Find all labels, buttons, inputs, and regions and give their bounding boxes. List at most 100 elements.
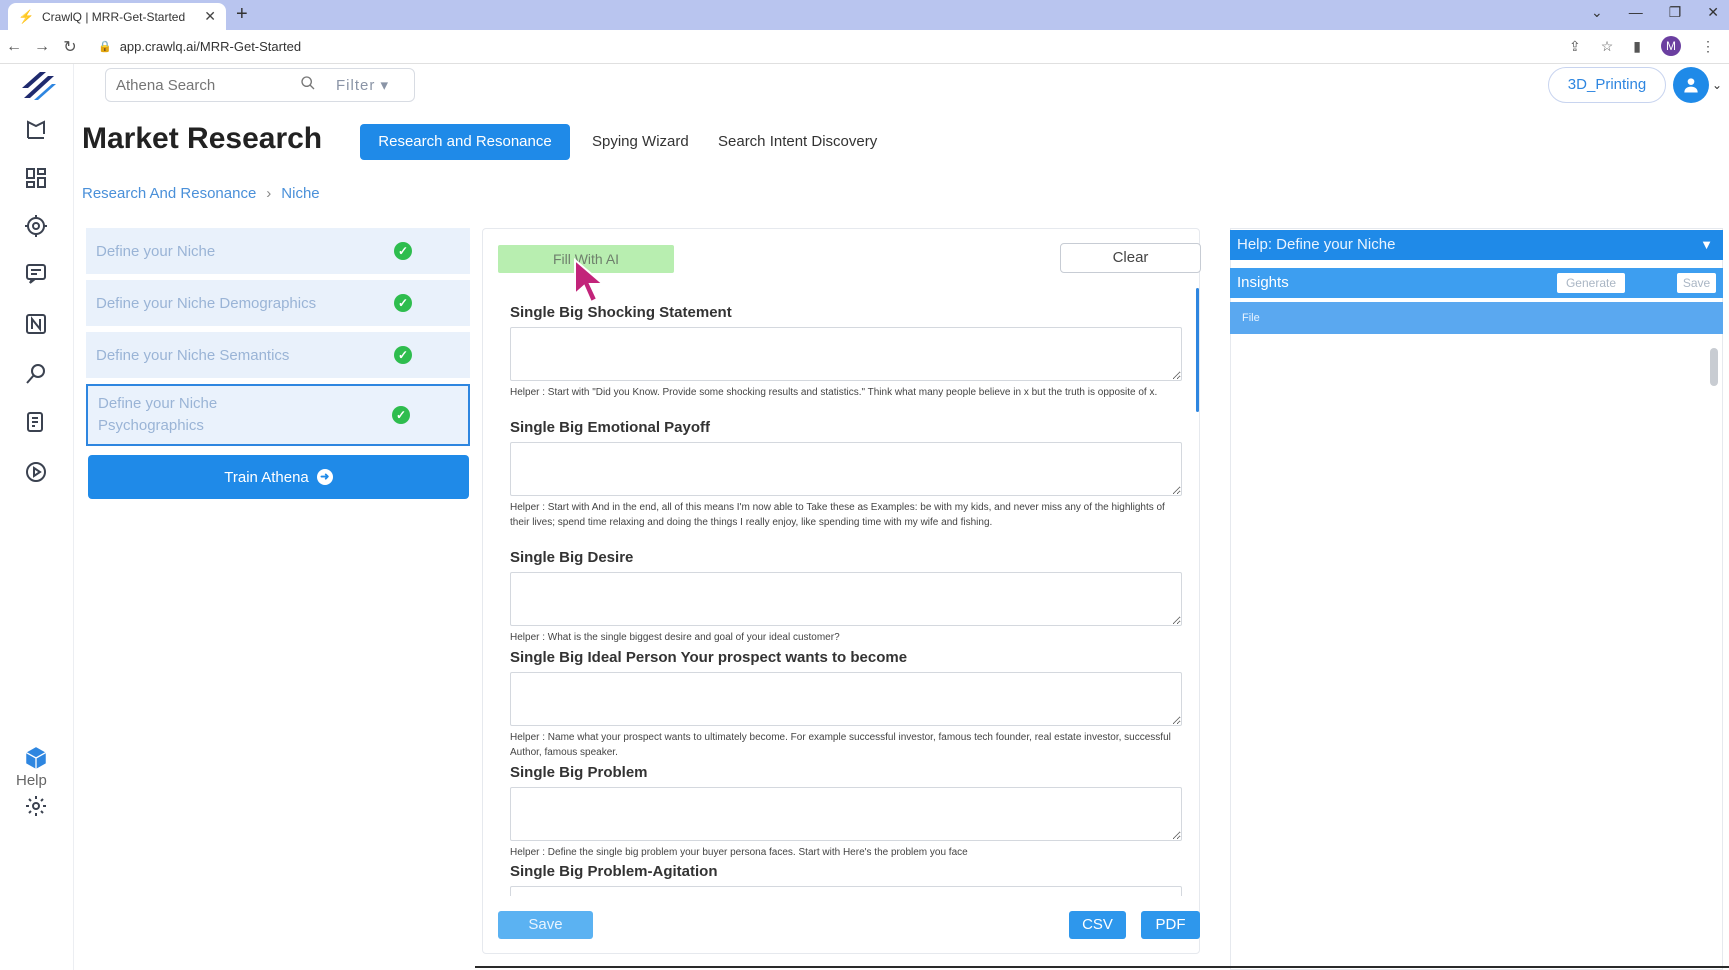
search-key-icon[interactable] bbox=[22, 360, 50, 388]
lock-icon: 🔒 bbox=[98, 41, 112, 53]
cube-icon[interactable] bbox=[22, 744, 50, 772]
minimize-icon[interactable]: — bbox=[1629, 4, 1643, 21]
filter-label: Filter bbox=[336, 77, 376, 94]
bookmark-star-icon[interactable]: ☆ bbox=[1601, 38, 1614, 55]
tab-search-intent-discovery[interactable]: Search Intent Discovery bbox=[718, 124, 877, 160]
help-label[interactable]: Help bbox=[16, 772, 47, 789]
tab-spying-wizard[interactable]: Spying Wizard bbox=[592, 124, 689, 160]
field-label: Single Big Desire bbox=[510, 549, 634, 566]
search-input[interactable] bbox=[116, 76, 296, 94]
field-big-desire: Single Big Desire Helper : What is the s… bbox=[510, 549, 1182, 645]
step-define-niche-demographics[interactable]: Define your Niche Demographics ✓ bbox=[86, 280, 470, 326]
ideal-person-input[interactable] bbox=[510, 672, 1182, 726]
field-helper: Helper : Start with "Did you Know. Provi… bbox=[510, 387, 1158, 398]
campaign-icon[interactable] bbox=[22, 116, 50, 144]
check-icon: ✓ bbox=[394, 242, 412, 260]
tab-list-icon[interactable]: ⌄ bbox=[1591, 4, 1603, 21]
field-label: Single Big Problem-Agitation bbox=[510, 863, 718, 880]
close-window-icon[interactable]: ✕ bbox=[1707, 4, 1719, 21]
check-icon: ✓ bbox=[392, 406, 410, 424]
bottom-divider bbox=[475, 966, 1729, 968]
browser-tab-bar: ⚡ CrawlQ | MRR-Get-Started ✕ + ⌄ — ❐ ✕ bbox=[0, 0, 1729, 30]
field-emotional-payoff: Single Big Emotional Payoff Helper : Sta… bbox=[510, 419, 1182, 530]
check-icon: ✓ bbox=[394, 294, 412, 312]
side-panel-icon[interactable]: ▮ bbox=[1633, 38, 1641, 55]
step-label: Define your Niche Demographics bbox=[96, 294, 317, 312]
crawlq-favicon-icon: ⚡ bbox=[18, 8, 35, 24]
csv-export-button[interactable]: CSV bbox=[1069, 911, 1126, 939]
project-selector[interactable]: 3D_Printing bbox=[1548, 67, 1666, 103]
problem-agitation-input[interactable] bbox=[510, 886, 1182, 896]
gear-icon[interactable] bbox=[22, 792, 50, 820]
browser-actions: ⇪ ☆ ▮ M ⋮ bbox=[1569, 36, 1715, 56]
big-problem-input[interactable] bbox=[510, 787, 1182, 841]
help-panel-header[interactable]: Help: Define your Niche ▼ bbox=[1230, 230, 1723, 260]
restore-icon[interactable]: ❐ bbox=[1669, 4, 1682, 21]
address-bar: ← → ↻ 🔒 app.crawlq.ai/MRR-Get-Started ⇪ … bbox=[0, 30, 1729, 64]
big-desire-input[interactable] bbox=[510, 572, 1182, 626]
field-helper: Helper : Start with And in the end, all … bbox=[510, 502, 1165, 528]
user-menu-chevron-icon[interactable]: ⌄ bbox=[1712, 78, 1722, 92]
step-label: Define your Niche bbox=[96, 242, 216, 260]
reload-icon[interactable]: ↻ bbox=[56, 37, 84, 57]
field-label: Single Big Problem bbox=[510, 764, 648, 781]
tab-research-and-resonance[interactable]: Research and Resonance bbox=[360, 124, 570, 160]
back-icon[interactable]: ← bbox=[0, 38, 28, 56]
field-label: Single Big Shocking Statement bbox=[510, 304, 732, 321]
search-icon[interactable] bbox=[300, 75, 316, 96]
athena-search: Filter ▾ bbox=[105, 68, 415, 102]
chevron-down-icon[interactable]: ▼ bbox=[1700, 230, 1713, 260]
field-helper: Helper : What is the single biggest desi… bbox=[510, 632, 840, 643]
step-define-niche-psychographics[interactable]: Define your Niche Psychographics ✓ bbox=[86, 384, 470, 446]
step-list: Define your Niche ✓ Define your Niche De… bbox=[86, 228, 470, 452]
breadcrumb-chevron-icon: › bbox=[266, 185, 272, 202]
pdf-export-button[interactable]: PDF bbox=[1141, 911, 1200, 939]
filter-dropdown[interactable]: Filter ▾ bbox=[336, 76, 389, 94]
step-label: Define your Niche Semantics bbox=[96, 346, 290, 364]
help-panel bbox=[1230, 228, 1723, 970]
page-title: Market Research bbox=[82, 122, 323, 155]
breadcrumb-research-and-resonance[interactable]: Research And Resonance bbox=[82, 185, 256, 202]
field-helper: Helper : Define the single big problem y… bbox=[510, 847, 968, 858]
mouse-cursor-icon bbox=[574, 258, 606, 304]
field-problem-agitation: Single Big Problem-Agitation bbox=[510, 863, 1182, 896]
help-scrollbar[interactable] bbox=[1710, 348, 1718, 386]
save-button[interactable]: Save bbox=[498, 911, 593, 939]
help-panel-title: Help: Define your Niche bbox=[1237, 236, 1396, 253]
step-define-niche[interactable]: Define your Niche ✓ bbox=[86, 228, 470, 274]
new-tab-button[interactable]: + bbox=[236, 3, 248, 26]
url-field[interactable]: 🔒 app.crawlq.ai/MRR-Get-Started bbox=[98, 39, 301, 54]
notion-icon[interactable] bbox=[22, 310, 50, 338]
generate-button[interactable]: Generate bbox=[1557, 273, 1625, 293]
shocking-statement-input[interactable] bbox=[510, 327, 1182, 381]
browser-menu-icon[interactable]: ⋮ bbox=[1701, 38, 1715, 55]
browser-tab[interactable]: ⚡ CrawlQ | MRR-Get-Started ✕ bbox=[8, 3, 226, 30]
field-ideal-person: Single Big Ideal Person Your prospect wa… bbox=[510, 649, 1182, 760]
step-define-niche-semantics[interactable]: Define your Niche Semantics ✓ bbox=[86, 332, 470, 378]
play-icon[interactable] bbox=[22, 458, 50, 486]
field-shocking-statement: Single Big Shocking Statement Helper : S… bbox=[510, 304, 1182, 400]
notes-icon[interactable] bbox=[22, 408, 50, 436]
share-icon[interactable]: ⇪ bbox=[1569, 38, 1581, 55]
window-controls: ⌄ — ❐ ✕ bbox=[1591, 4, 1719, 21]
form-scroll-area[interactable]: Single Big Shocking Statement Helper : S… bbox=[500, 288, 1200, 896]
user-avatar[interactable] bbox=[1673, 67, 1709, 103]
insights-save-button[interactable]: Save bbox=[1677, 273, 1716, 293]
breadcrumb-niche[interactable]: Niche bbox=[281, 185, 319, 202]
browser-profile-avatar[interactable]: M bbox=[1661, 36, 1681, 56]
logo-icon[interactable] bbox=[18, 68, 58, 104]
field-big-problem: Single Big Problem Helper : Define the s… bbox=[510, 764, 1182, 860]
form-scrollbar[interactable] bbox=[1196, 288, 1199, 412]
emotional-payoff-input[interactable] bbox=[510, 442, 1182, 496]
file-tab[interactable]: File bbox=[1230, 302, 1723, 334]
dashboard-grid-icon[interactable] bbox=[22, 164, 50, 192]
forward-icon[interactable]: → bbox=[28, 38, 56, 56]
clear-button[interactable]: Clear bbox=[1060, 243, 1201, 273]
chat-doc-icon[interactable] bbox=[22, 260, 50, 288]
field-helper: Helper : Name what your prospect wants t… bbox=[510, 732, 1171, 758]
breadcrumb: Research And Resonance › Niche bbox=[82, 185, 320, 202]
close-tab-icon[interactable]: ✕ bbox=[204, 8, 216, 25]
arrow-right-icon: ➜ bbox=[316, 469, 333, 485]
train-athena-button[interactable]: Train Athena ➜ bbox=[88, 455, 469, 499]
target-icon[interactable] bbox=[22, 212, 50, 240]
